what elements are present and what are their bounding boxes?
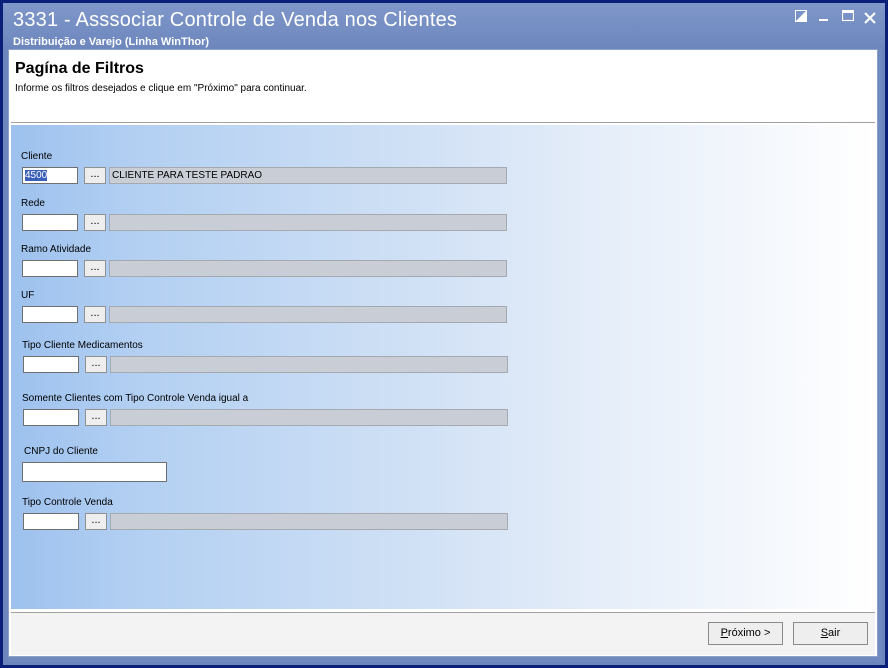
cnpj-label: CNPJ do Cliente [24, 446, 98, 457]
cliente-code-input[interactable]: 4500 [22, 167, 78, 184]
uf-code-input[interactable] [22, 306, 78, 323]
rede-code-input[interactable] [22, 214, 78, 231]
exit-button[interactable]: Sair [793, 622, 868, 645]
cnpj-input[interactable] [22, 462, 167, 482]
header-divider [11, 122, 875, 123]
rede-label: Rede [21, 198, 45, 209]
tipo-controle-venda-description-field [110, 513, 508, 530]
wizard-content: Pagína de Filtros Informe os filtros des… [8, 49, 878, 657]
next-button-label: róximo > [727, 627, 771, 639]
tipo-controle-venda-label: Tipo Controle Venda [22, 497, 113, 508]
uf-description-field [109, 306, 507, 323]
uf-label: UF [21, 290, 35, 301]
title-bar[interactable]: 3331 - Asssociar Controle de Venda nos C… [3, 3, 885, 53]
page-description: Informe os filtros desejados e clique em… [15, 83, 307, 94]
maximize-icon[interactable] [839, 9, 857, 27]
window-subtitle: Distribuição e Varejo (Linha WinThor) [13, 36, 210, 48]
ramo-atividade-lookup-button[interactable]: ... [84, 260, 106, 277]
exit-button-label: air [828, 627, 841, 639]
somente-clientes-tipo-code-input[interactable] [23, 409, 79, 426]
cliente-code-value: 4500 [25, 170, 48, 181]
tipo-controle-venda-code-input[interactable] [23, 513, 79, 530]
tipo-cliente-medicamentos-label: Tipo Cliente Medicamentos [22, 340, 143, 351]
ramo-atividade-label: Ramo Atividade [21, 244, 92, 255]
cliente-description-field: CLIENTE PARA TESTE PADRAO [109, 167, 507, 184]
tipo-cliente-medicamentos-lookup-button[interactable]: ... [85, 356, 107, 373]
tipo-cliente-medicamentos-code-input[interactable] [23, 356, 79, 373]
next-button-accel: P [720, 627, 728, 639]
cliente-lookup-button[interactable]: ... [84, 167, 106, 184]
rede-description-field [109, 214, 507, 231]
exit-button-accel: S [820, 627, 829, 639]
somente-clientes-tipo-description-field [110, 409, 508, 426]
next-button[interactable]: Próximo > [708, 622, 783, 645]
restore-icon[interactable] [792, 9, 810, 27]
uf-lookup-button[interactable]: ... [84, 306, 106, 323]
window-title: 3331 - Asssociar Controle de Venda nos C… [13, 9, 458, 31]
ramo-atividade-description-field [109, 260, 507, 277]
tipo-cliente-medicamentos-description-field [110, 356, 508, 373]
somente-clientes-tipo-label: Somente Clientes com Tipo Controle Venda… [22, 393, 249, 404]
close-icon[interactable] [861, 9, 879, 27]
wizard-header: Pagína de Filtros Informe os filtros des… [9, 50, 877, 122]
tipo-controle-venda-lookup-button[interactable]: ... [85, 513, 107, 530]
page-title: Pagína de Filtros [15, 60, 144, 77]
wizard-footer: Próximo > Sair [11, 612, 875, 655]
somente-clientes-tipo-lookup-button[interactable]: ... [85, 409, 107, 426]
filter-panel: Cliente 4500 ... CLIENTE PARA TESTE PADR… [11, 125, 875, 609]
minimize-icon[interactable] [815, 9, 833, 27]
ramo-atividade-code-input[interactable] [22, 260, 78, 277]
rede-lookup-button[interactable]: ... [84, 214, 106, 231]
cliente-label: Cliente [21, 151, 53, 162]
